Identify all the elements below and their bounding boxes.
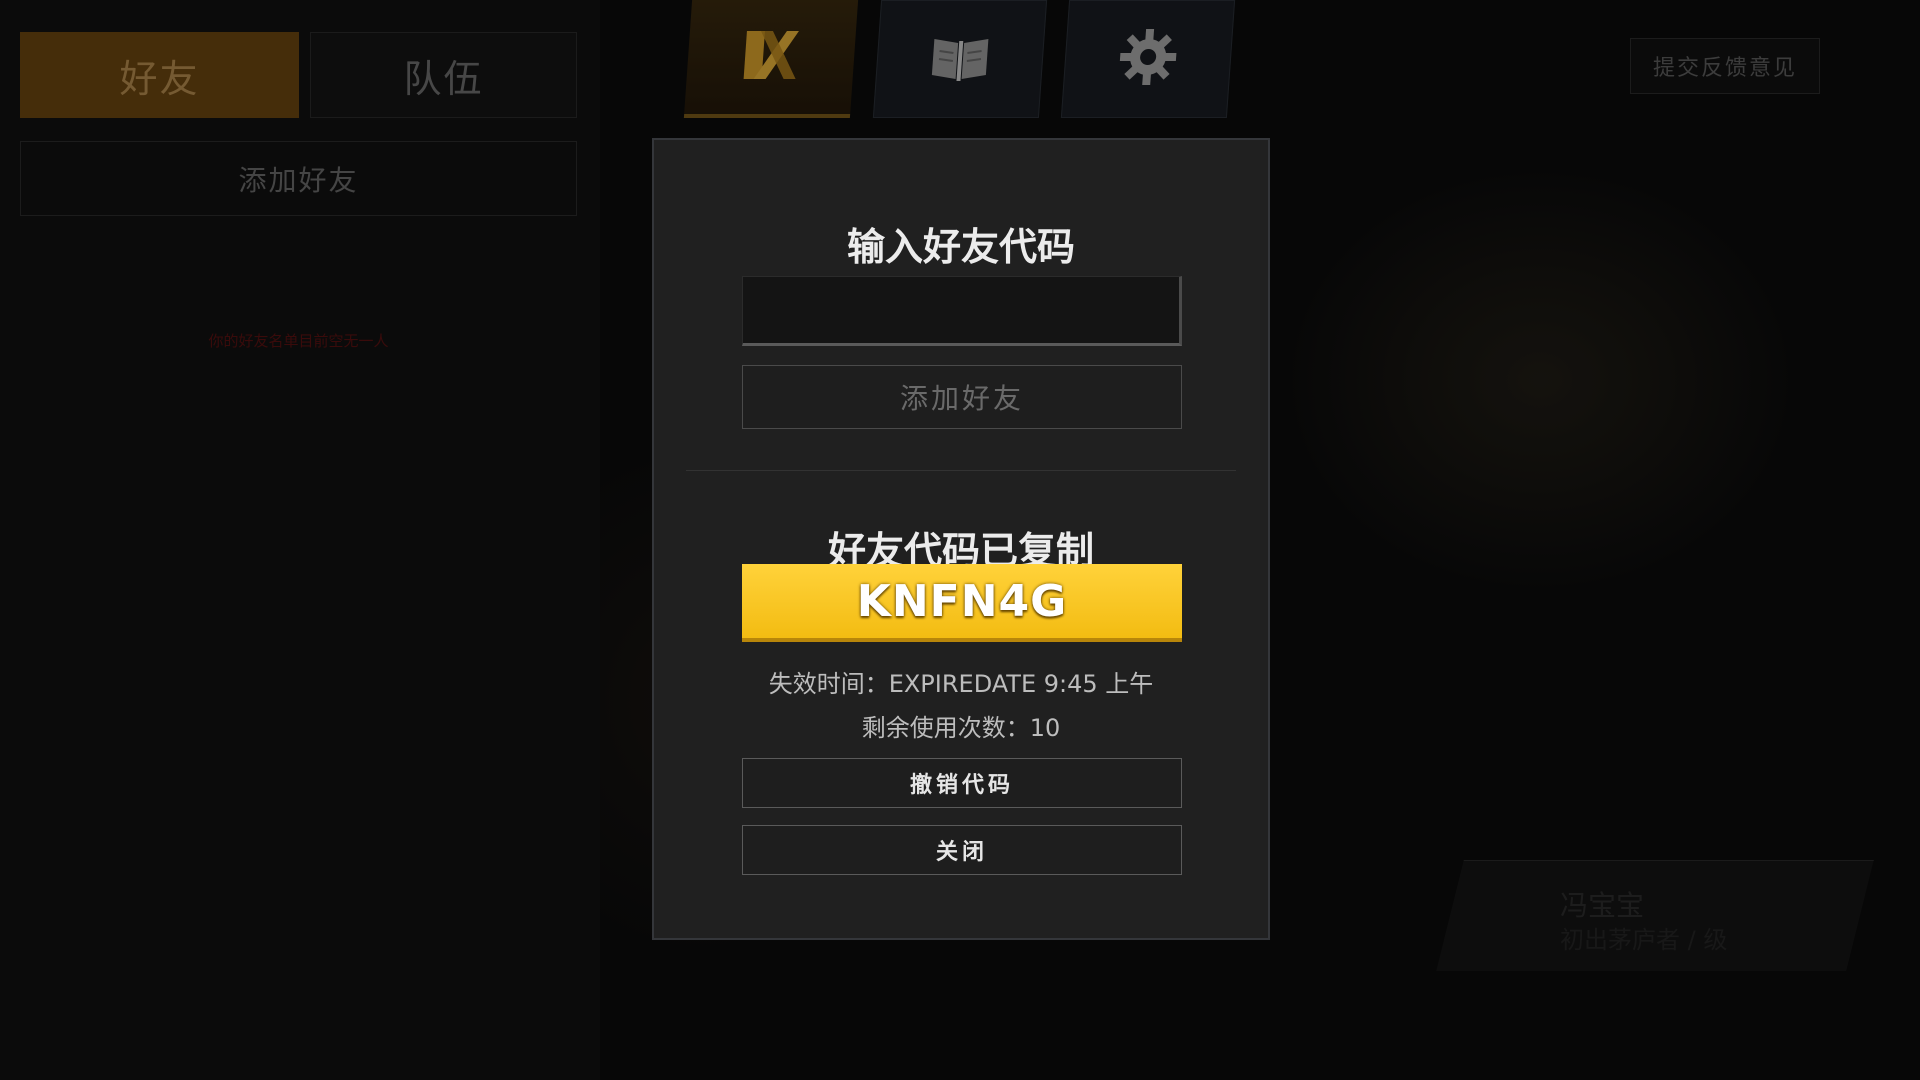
divider xyxy=(686,470,1236,471)
close-button[interactable]: 关闭 xyxy=(742,825,1182,875)
friend-code-display[interactable]: KNFN4G xyxy=(742,564,1182,642)
add-friend-dialog: 输入好友代码 添加好友 好友代码已复制 KNFN4G 失效时间：EXPIREDA… xyxy=(652,138,1270,940)
expire-time-text: 失效时间：EXPIREDATE 9:45 上午 xyxy=(768,670,1154,698)
enter-code-title: 输入好友代码 xyxy=(846,225,1075,269)
friend-code-input[interactable] xyxy=(742,276,1182,346)
game-screen: 好友 队伍 添加好友 你的好友名单目前空无一人 提交反馈意见 冯宝宝 初出茅庐者… xyxy=(0,0,1920,1080)
remaining-uses-text: 剩余使用次数：10 xyxy=(861,714,1061,742)
revoke-code-button[interactable]: 撤销代码 xyxy=(742,758,1182,808)
add-friend-submit-button[interactable]: 添加好友 xyxy=(742,365,1182,429)
